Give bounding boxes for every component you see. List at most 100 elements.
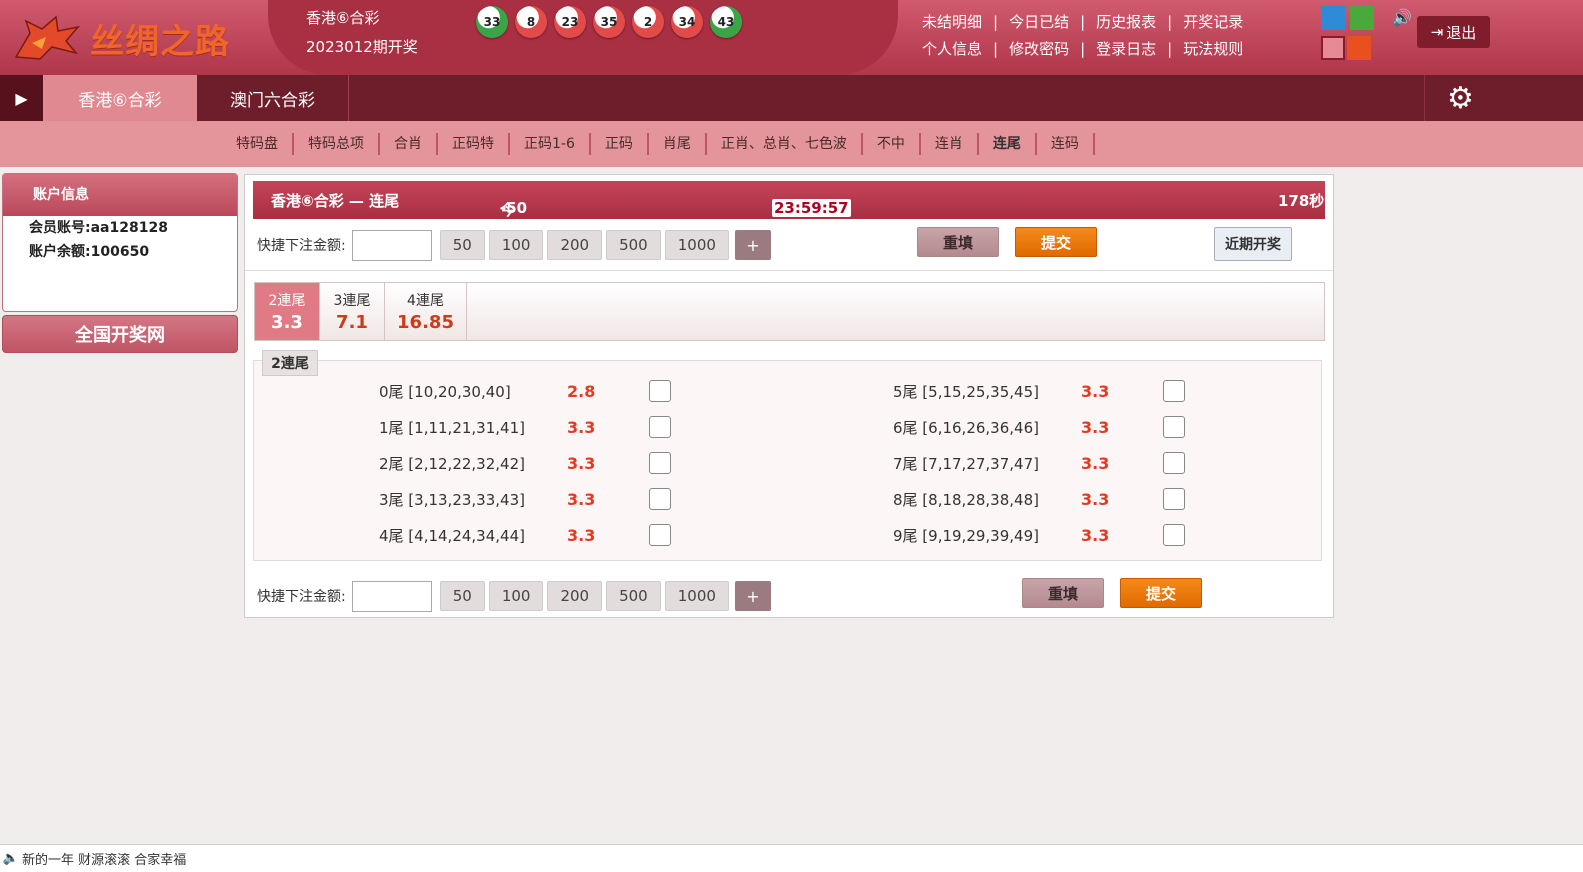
top-link[interactable]: 未结明细 (922, 11, 982, 32)
bet-name: 9尾 [9,19,29,39,49] (893, 526, 1039, 545)
bet-name: 7尾 [7,17,27,37,47] (893, 454, 1039, 473)
subtab-item[interactable]: 不中 (863, 133, 921, 155)
bet-odds: 3.3 (1081, 417, 1110, 437)
recent-draws-button[interactable]: 近期开奖 (1214, 227, 1292, 261)
subtab-item[interactable]: 特码盘 (222, 133, 294, 155)
bet-checkbox[interactable] (649, 488, 671, 510)
marquee-text: 新的一年 财源滚滚 合家幸福 (22, 853, 187, 868)
subtab-item[interactable]: 合肖 (380, 133, 438, 155)
odds-tab[interactable]: 4連尾 16.85 (385, 283, 467, 340)
bet-checkbox[interactable] (1163, 452, 1185, 474)
theme-swatch-pink[interactable] (1321, 36, 1345, 60)
theme-swatch-blue[interactable] (1321, 6, 1345, 30)
submit-button-top[interactable]: 提交 (1015, 227, 1097, 257)
section-label: 2連尾 (262, 350, 318, 376)
subtab-item[interactable]: 肖尾 (649, 133, 707, 155)
logo-text: 丝绸之路 (90, 21, 230, 62)
quick-amount-button[interactable]: 50 (439, 230, 485, 260)
bet-name: 2尾 [2,12,22,32,42] (379, 454, 525, 473)
quick-amount-input-top[interactable] (351, 229, 432, 261)
quick-amount-button[interactable]: 500 (606, 581, 661, 611)
tab-macau-lottery[interactable]: 澳门六合彩 (197, 75, 349, 121)
quick-amount-button[interactable]: 200 (547, 581, 603, 611)
quick-amount-button[interactable]: 200 (547, 230, 603, 260)
bet-checkbox[interactable] (649, 380, 671, 402)
top-link[interactable]: 登录日志 (1096, 38, 1156, 59)
speaker-icon[interactable]: 🔊 (1392, 8, 1412, 27)
link-separator: | (1080, 39, 1086, 58)
account-row: 会员账号:aa128128 (29, 220, 168, 236)
subtab-item[interactable]: 特码总项 (294, 133, 380, 155)
subtab-item[interactable]: 正码1-6 (510, 133, 591, 155)
bet-name: 1尾 [1,11,21,31,41] (379, 418, 525, 437)
bet-odds: 3.3 (567, 525, 596, 545)
top-link[interactable]: 历史报表 (1096, 11, 1156, 32)
add-amount-button-top[interactable]: + (734, 230, 771, 260)
draw-ball: 33 (476, 6, 508, 38)
quick-amount-button[interactable]: 1000 (664, 230, 729, 260)
bet-checkbox[interactable] (1163, 488, 1185, 510)
quick-amount-input-bottom[interactable] (351, 580, 432, 612)
lottery-tabs-bar: ▶ 香港⑥合彩 澳门六合彩 ⚙ (0, 75, 1583, 121)
odds-tab[interactable]: 2連尾 3.3 (255, 283, 320, 340)
top-link[interactable]: 玩法规则 (1183, 38, 1243, 59)
quick-amount-button[interactable]: 100 (488, 581, 544, 611)
subtab-item[interactable]: 正码 (591, 133, 649, 155)
odds-tab[interactable]: 3連尾 7.1 (320, 283, 385, 340)
bet-checkbox[interactable] (649, 452, 671, 474)
close-countdown: 23:59:57 (772, 199, 851, 217)
quick-amount-button[interactable]: 1000 (664, 581, 729, 611)
bet-row: 6尾 [6,16,26,36,46] 3.3 (893, 409, 1185, 445)
bet-checkbox[interactable] (649, 524, 671, 546)
refresh-seconds: 178秒 (1278, 192, 1325, 210)
national-lottery-link-button[interactable]: 全国开奖网 (2, 315, 238, 353)
tab-hk-lottery[interactable]: 香港⑥合彩 (43, 75, 197, 121)
logo[interactable]: 丝绸之路 (12, 12, 252, 64)
bet-row: 1尾 [1,11,21,31,41] 3.3 (379, 409, 671, 445)
bet-name: 0尾 [10,20,30,40] (379, 382, 511, 401)
theme-swatch-green[interactable] (1350, 6, 1374, 30)
bet-name: 5尾 [5,15,25,35,45] (893, 382, 1039, 401)
reset-button-bottom[interactable]: 重填 (1022, 578, 1104, 608)
current-issue: 2023012期开奖 (306, 38, 418, 56)
top-link[interactable]: 开奖记录 (1183, 11, 1243, 32)
subtab-item[interactable]: 正肖、总肖、七色波 (707, 133, 863, 155)
bet-checkbox[interactable] (649, 416, 671, 438)
submit-button-bottom[interactable]: 提交 (1120, 578, 1202, 608)
top-link[interactable]: 个人信息 (922, 38, 982, 59)
bet-row: 0尾 [10,20,30,40] 2.8 (379, 373, 671, 409)
quick-amount-button[interactable]: 500 (606, 230, 661, 260)
account-info-title: 账户信息 (3, 174, 237, 216)
current-lottery-name: 香港⑥合彩 (306, 9, 380, 27)
bet-name: 3尾 [3,13,23,33,43] (379, 490, 525, 509)
quick-bet-top: 快捷下注金额: 50 100 200 500 1000 + (257, 229, 771, 261)
bet-row: 5尾 [5,15,25,35,45] 3.3 (893, 373, 1185, 409)
announcement-speaker-icon: 🔈 (2, 851, 20, 866)
reset-button-top[interactable]: 重填 (917, 227, 999, 257)
bet-checkbox[interactable] (1163, 416, 1185, 438)
quick-amount-button[interactable]: 100 (488, 230, 544, 260)
subtab-item[interactable]: 正码特 (438, 133, 510, 155)
quick-amount-button[interactable]: 50 (439, 581, 485, 611)
bet-checkbox[interactable] (1163, 380, 1185, 402)
subtab-item[interactable]: 连码 (1037, 133, 1095, 155)
settings-gear-icon[interactable]: ⚙ (1424, 75, 1496, 121)
bet-odds: 3.3 (567, 417, 596, 437)
top-link[interactable]: 修改密码 (1009, 38, 1069, 59)
bet-name: 6尾 [6,16,26,36,46] (893, 418, 1039, 437)
balance-value: 100650 (90, 244, 150, 260)
add-amount-button-bottom[interactable]: + (734, 581, 771, 611)
bet-odds: 3.3 (567, 489, 596, 509)
betting-header: 香港⑥合彩 — 连尾 今日输赢: -50 第2023013期, 距离封盘: 23… (253, 181, 1325, 282)
subtab-item[interactable]: 连肖 (921, 133, 979, 155)
logout-button[interactable]: ⇥ 退出 (1417, 16, 1490, 48)
bet-checkbox[interactable] (1163, 524, 1185, 546)
bet-row: 9尾 [9,19,29,39,49] 3.3 (893, 517, 1185, 553)
top-link[interactable]: 今日已结 (1009, 11, 1069, 32)
sidebar-toggle-button[interactable]: ▶ (0, 75, 43, 121)
theme-swatch-orange[interactable] (1347, 36, 1371, 60)
top-links: 未结明细 | 今日已结 | 历史报表 | 开奖记录 个人信息 | 修改密码 | 登录日志 | 玩法规则 (922, 8, 1312, 62)
subtab-item[interactable]: 连尾 (979, 133, 1037, 155)
bet-row: 3尾 [3,13,23,33,43] 3.3 (379, 481, 671, 517)
bet-odds: 3.3 (567, 453, 596, 473)
